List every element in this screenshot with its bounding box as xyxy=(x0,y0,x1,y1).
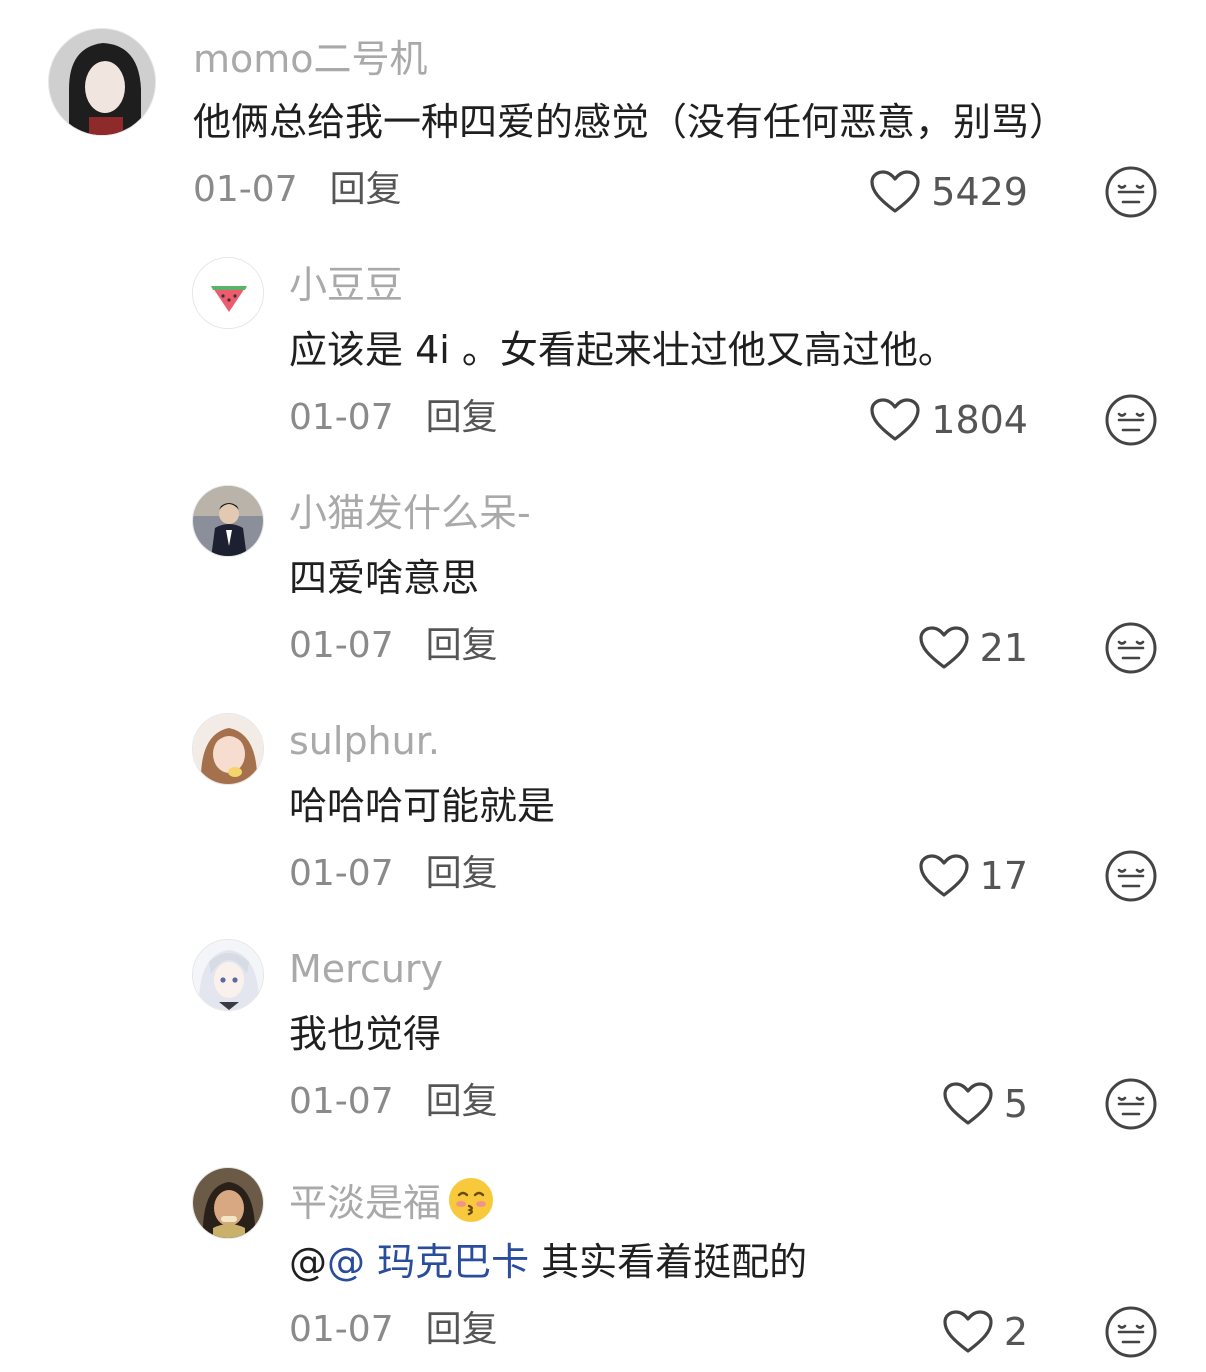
neutral-face-icon[interactable] xyxy=(1104,165,1158,219)
text-prefix: @ xyxy=(289,1240,327,1284)
comment-date: 01-07 xyxy=(289,1081,394,1122)
like-button[interactable]: 5 xyxy=(942,1078,1028,1130)
neutral-face-icon[interactable] xyxy=(1104,849,1158,903)
like-button[interactable]: 2 xyxy=(942,1306,1028,1358)
like-count: 21 xyxy=(979,626,1028,670)
like-button[interactable]: 17 xyxy=(918,850,1028,902)
neutral-face-icon[interactable] xyxy=(1104,621,1158,675)
username[interactable]: 小豆豆 xyxy=(289,266,403,304)
avatar[interactable] xyxy=(192,257,264,329)
avatar[interactable] xyxy=(192,713,264,785)
reply-button[interactable]: 回复 xyxy=(426,1309,498,1350)
username[interactable]: momo二号机 xyxy=(193,40,428,78)
comment-date: 01-07 xyxy=(289,853,394,894)
comment-text: 四爱啥意思 xyxy=(289,556,480,600)
comment-body: 其实看着挺配的 xyxy=(529,1240,808,1284)
avatar[interactable] xyxy=(192,485,264,557)
like-count: 1804 xyxy=(931,398,1028,442)
reply-item: sulphur. 哈哈哈可能就是 01-07 回复 17 xyxy=(0,706,1206,926)
username[interactable]: 小猫发什么呆- xyxy=(289,494,531,532)
comment-text: 他俩总给我一种四爱的感觉（没有任何恶意，别骂） xyxy=(193,100,1068,144)
comment-meta: 01-07 回复 xyxy=(289,400,498,436)
username[interactable]: Mercury xyxy=(289,950,443,988)
comment-date: 01-07 xyxy=(289,625,394,666)
heart-outline-icon xyxy=(870,398,920,441)
reply-button[interactable]: 回复 xyxy=(426,625,498,666)
avatar[interactable] xyxy=(192,1167,264,1239)
comment-text: 应该是 4i 。女看起来壮过他又高过他。 xyxy=(289,328,956,372)
kissing-face-icon xyxy=(449,1178,494,1222)
comment-meta: 01-07 回复 xyxy=(289,856,498,892)
heart-outline-icon xyxy=(870,170,920,213)
comment-date: 01-07 xyxy=(289,1309,394,1350)
reply-item: Mercury 我也觉得 01-07 回复 5 xyxy=(0,934,1206,1154)
heart-outline-icon xyxy=(943,1082,993,1125)
comment-meta: 01-07 回复 xyxy=(289,1312,498,1348)
comment-meta: 01-07 回复 xyxy=(193,172,402,208)
reply-button[interactable]: 回复 xyxy=(426,397,498,438)
like-button[interactable]: 21 xyxy=(918,622,1028,674)
comment-meta: 01-07 回复 xyxy=(289,1084,498,1120)
reply-button[interactable]: 回复 xyxy=(426,853,498,894)
username-text[interactable]: 平淡是福 xyxy=(289,1181,441,1225)
like-button[interactable]: 1804 xyxy=(869,394,1028,446)
comment-text: 我也觉得 xyxy=(289,1012,442,1056)
reply-button[interactable]: 回复 xyxy=(426,1081,498,1122)
avatar[interactable] xyxy=(192,939,264,1011)
like-button[interactable]: 5429 xyxy=(869,166,1028,218)
avatar[interactable] xyxy=(48,28,156,136)
heart-outline-icon xyxy=(919,854,969,897)
comment-date: 01-07 xyxy=(289,397,394,438)
reply-item: 小豆豆 应该是 4i 。女看起来壮过他又高过他。 01-07 回复 1804 xyxy=(0,250,1206,470)
like-count: 17 xyxy=(979,854,1028,898)
reply-item: 小猫发什么呆- 四爱啥意思 01-07 回复 21 xyxy=(0,478,1206,698)
comment-text: @@ 玛克巴卡 其实看着挺配的 xyxy=(289,1243,807,1281)
mention-link[interactable]: @ 玛克巴卡 xyxy=(327,1240,529,1284)
neutral-face-icon[interactable] xyxy=(1104,393,1158,447)
comment-item: momo二号机 他俩总给我一种四爱的感觉（没有任何恶意，别骂） 01-07 回复 … xyxy=(0,0,1206,230)
comment-meta: 01-07 回复 xyxy=(289,628,498,664)
username: 平淡是福 xyxy=(289,1176,495,1224)
username[interactable]: sulphur. xyxy=(289,722,440,760)
comment-date: 01-07 xyxy=(193,169,298,210)
neutral-face-icon[interactable] xyxy=(1104,1305,1158,1359)
like-count: 5 xyxy=(1003,1082,1028,1126)
heart-outline-icon xyxy=(919,626,969,669)
like-count: 5429 xyxy=(931,170,1028,214)
like-count: 2 xyxy=(1003,1310,1028,1354)
comment-text: 哈哈哈可能就是 xyxy=(289,784,556,828)
neutral-face-icon[interactable] xyxy=(1104,1077,1158,1131)
heart-outline-icon xyxy=(943,1310,993,1353)
reply-item: 平淡是福 @@ 玛克巴卡 其实看着挺配的 01-07 回复 2 xyxy=(0,1162,1206,1372)
reply-button[interactable]: 回复 xyxy=(330,169,402,210)
